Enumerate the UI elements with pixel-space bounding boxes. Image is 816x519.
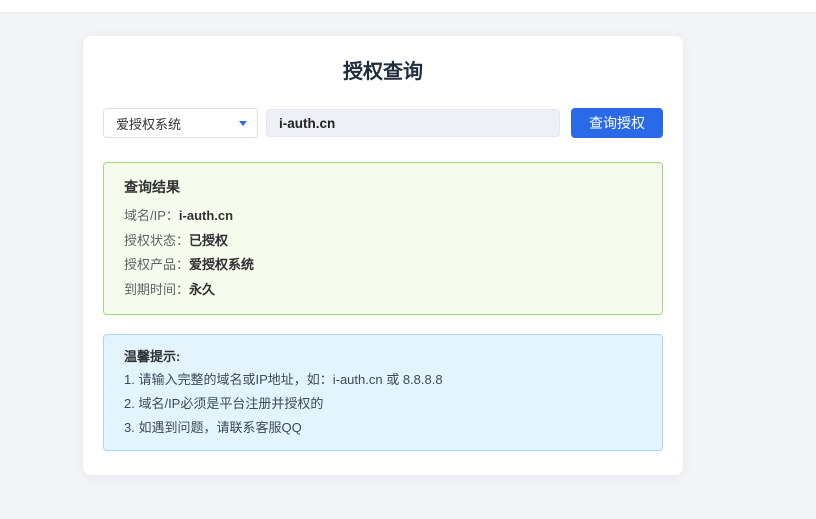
tips-item-3: 3. 如遇到问题，请联系客服QQ xyxy=(124,416,642,440)
result-row-product: 授权产品：爱授权系统 xyxy=(124,253,642,278)
domain-input[interactable] xyxy=(266,109,560,137)
query-submit-button[interactable]: 查询授权 xyxy=(571,108,663,138)
top-bar xyxy=(0,0,816,13)
result-value: 永久 xyxy=(189,282,215,297)
query-result-panel: 查询结果 域名/IP：i-auth.cn 授权状态：已授权 授权产品：爱授权系统… xyxy=(103,162,663,315)
tips-item-1: 1. 请输入完整的域名或IP地址，如：i-auth.cn 或 8.8.8.8 xyxy=(124,368,642,392)
result-title: 查询结果 xyxy=(124,177,642,197)
result-label: 授权状态： xyxy=(124,233,189,248)
result-row-expiry: 到期时间：永久 xyxy=(124,278,642,303)
result-row-status: 授权状态：已授权 xyxy=(124,229,642,254)
result-row-domain: 域名/IP：i-auth.cn xyxy=(124,204,642,229)
tips-title: 温馨提示: xyxy=(124,346,642,368)
product-select[interactable]: 爱授权系统 xyxy=(103,108,258,138)
tips-panel: 温馨提示: 1. 请输入完整的域名或IP地址，如：i-auth.cn 或 8.8… xyxy=(103,334,663,451)
chevron-down-icon xyxy=(239,121,247,126)
result-value: 已授权 xyxy=(189,233,228,248)
query-form: 爱授权系统 查询授权 xyxy=(103,108,663,138)
result-label: 域名/IP： xyxy=(124,208,179,223)
query-card: 授权查询 爱授权系统 查询授权 查询结果 域名/IP：i-auth.cn 授权状… xyxy=(83,36,683,475)
result-label: 授权产品： xyxy=(124,257,189,272)
tips-item-2: 2. 域名/IP必须是平台注册并授权的 xyxy=(124,392,642,416)
result-value: 爱授权系统 xyxy=(189,257,254,272)
product-select-value: 爱授权系统 xyxy=(116,114,181,133)
result-value: i-auth.cn xyxy=(179,208,233,223)
page-title: 授权查询 xyxy=(103,58,663,86)
result-label: 到期时间： xyxy=(124,282,189,297)
